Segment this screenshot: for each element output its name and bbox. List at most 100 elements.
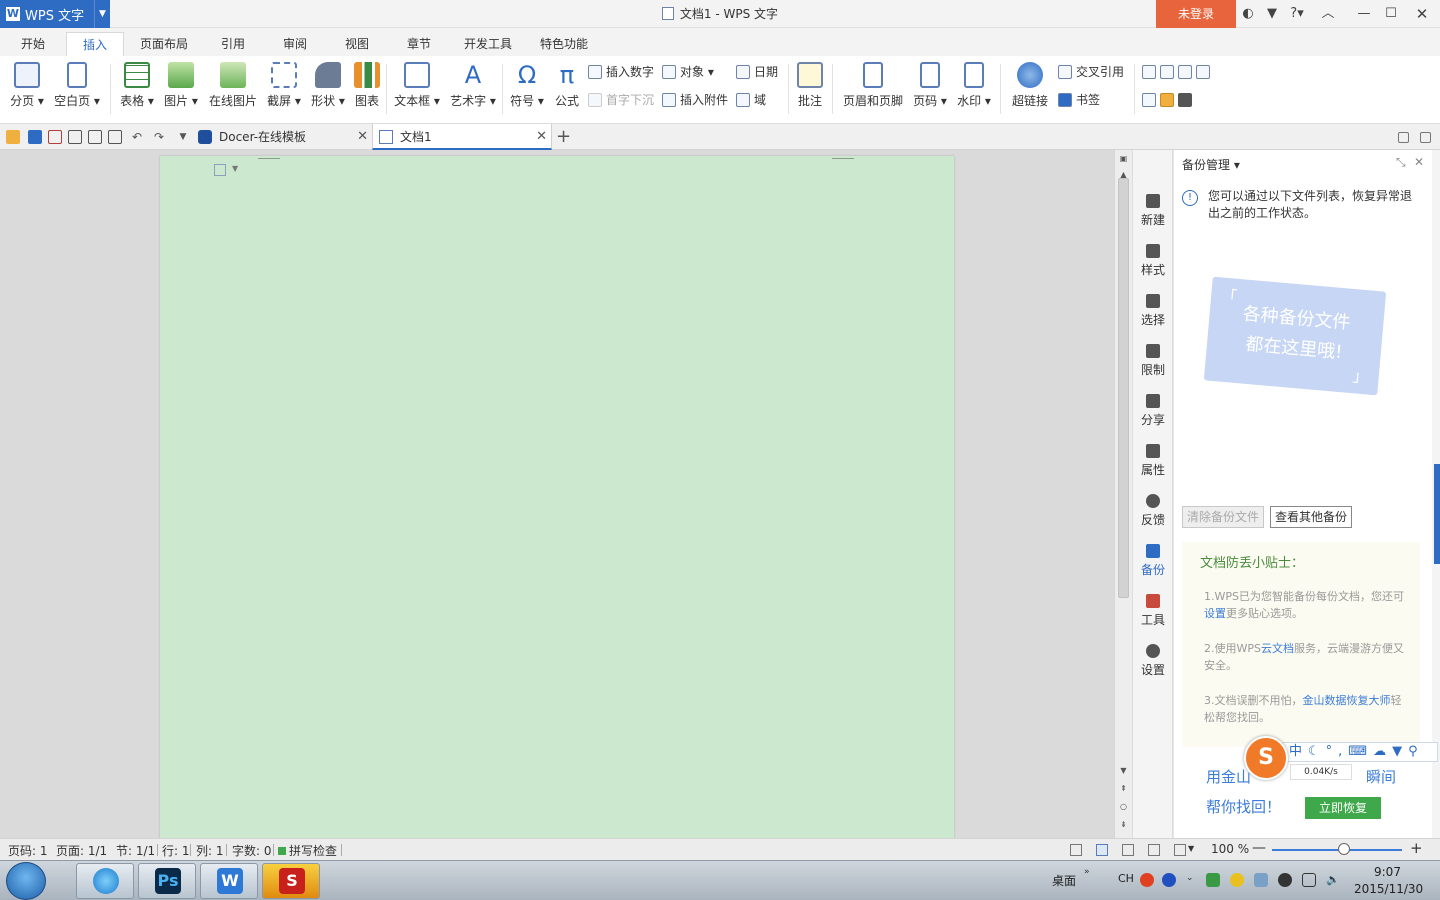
ime-mode[interactable]: 中 xyxy=(1289,744,1308,759)
online-picture-button[interactable]: 在线图片 xyxy=(206,60,260,116)
tab-view[interactable]: 视图 xyxy=(334,32,380,56)
side-style-button[interactable]: 样式 xyxy=(1133,236,1173,282)
volume-icon[interactable]: 🔈 xyxy=(1326,873,1340,887)
side-backup-button[interactable]: 备份 xyxy=(1133,536,1173,582)
export-pdf-icon[interactable] xyxy=(48,130,62,144)
insert-attachment-button[interactable]: 插入附件 xyxy=(662,90,728,110)
tab-page-layout[interactable]: 页面布局 xyxy=(134,32,194,56)
network-tray-icon[interactable] xyxy=(1254,873,1268,887)
window-mode-icon[interactable] xyxy=(1398,132,1409,143)
web-view-icon[interactable] xyxy=(1148,844,1160,856)
close-tab-icon[interactable]: ✕ xyxy=(357,124,368,150)
tray-app-icon[interactable] xyxy=(1230,873,1244,887)
help-button[interactable]: ?▾ xyxy=(1286,0,1308,28)
clear-backup-button[interactable]: 清除备份文件 xyxy=(1182,506,1265,528)
drop-cap-button[interactable]: 首字下沉 xyxy=(588,90,654,110)
open-icon[interactable] xyxy=(6,130,20,144)
text-form-icon[interactable] xyxy=(1142,65,1156,79)
zoom-slider[interactable] xyxy=(1272,849,1402,851)
blank-page-button[interactable]: 空白页 ▾ xyxy=(52,60,102,116)
shirt-icon[interactable]: ▼ xyxy=(1264,0,1280,28)
maximize-button[interactable]: ☐ xyxy=(1380,0,1402,28)
undo-icon[interactable]: ↶ xyxy=(130,130,144,144)
zoom-level[interactable]: 100 % xyxy=(1211,842,1249,856)
textbox-button[interactable]: 文本框 ▾ xyxy=(392,60,442,116)
object-button[interactable]: 对象 ▾ xyxy=(662,62,714,82)
next-page-icon[interactable]: ⇟ xyxy=(1115,820,1132,829)
skin-icon[interactable]: ◐ xyxy=(1240,0,1256,28)
shapes-button[interactable]: 形状 ▾ xyxy=(308,60,348,116)
panel-collapse-handle[interactable] xyxy=(1434,464,1440,564)
status-word-count[interactable]: 字数: 0 xyxy=(232,842,272,859)
redo-icon[interactable]: ↷ xyxy=(152,130,166,144)
start-button[interactable] xyxy=(6,862,46,900)
table-button[interactable]: 表格 ▾ xyxy=(118,60,156,116)
save-icon[interactable] xyxy=(28,130,42,144)
help-tray-icon[interactable] xyxy=(1162,873,1176,887)
cloud-docs-link[interactable]: 云文档 xyxy=(1261,642,1294,655)
taskbar-app-wps[interactable]: W xyxy=(200,863,258,899)
tab-review[interactable]: 审阅 xyxy=(272,32,318,56)
reading-view-icon[interactable] xyxy=(1174,844,1186,856)
symbol-button[interactable]: Ω 符号 ▾ xyxy=(508,60,546,116)
tab-home[interactable]: 开始 xyxy=(10,32,56,56)
side-settings-button[interactable]: 设置 xyxy=(1133,636,1173,682)
panel-dock-icon[interactable]: ⤡ xyxy=(1396,155,1406,170)
clock-time[interactable]: 9:07 xyxy=(1374,865,1401,879)
restore-now-button[interactable]: 立即恢复 xyxy=(1305,797,1381,819)
zoom-in-button[interactable]: + xyxy=(1410,839,1423,857)
select-browse-object-icon[interactable]: ○ xyxy=(1115,802,1132,811)
tab-document1[interactable]: 文档1 ✕ xyxy=(372,124,552,150)
find-icon[interactable] xyxy=(108,130,122,144)
comment-button[interactable]: 批注 xyxy=(794,60,826,116)
dropdown-form-icon[interactable] xyxy=(1178,65,1192,79)
side-share-button[interactable]: 分享 xyxy=(1133,386,1173,432)
view-dropdown-icon[interactable]: ▼ xyxy=(1188,844,1194,853)
print-icon[interactable] xyxy=(68,130,82,144)
spell-check-toggle[interactable]: 拼写检查 xyxy=(278,842,337,859)
tab-references[interactable]: 引用 xyxy=(210,32,256,56)
input-language[interactable]: CH xyxy=(1118,872,1134,885)
paragraph-layout-icon[interactable] xyxy=(214,164,226,176)
tray-menu-icon[interactable]: ⌄ xyxy=(1186,873,1200,887)
tab-docer-templates[interactable]: Docer-在线模板 ✕ xyxy=(196,124,372,150)
chart-button[interactable]: 图表 xyxy=(352,60,382,116)
settings-link[interactable]: 设置 xyxy=(1204,607,1226,620)
zoom-out-button[interactable]: — xyxy=(1252,840,1266,856)
date-button[interactable]: 日期 xyxy=(736,62,778,82)
form-tools-group[interactable] xyxy=(1142,90,1196,110)
panel-close-icon[interactable]: ✕ xyxy=(1414,155,1424,169)
wordart-button[interactable]: A 艺术字 ▾ xyxy=(448,60,498,116)
form-controls-group[interactable] xyxy=(1142,62,1214,82)
app-menu-dropdown-icon[interactable]: ▼ xyxy=(94,0,110,28)
sogou-ime-icon[interactable]: S xyxy=(1244,736,1288,780)
fullscreen-icon[interactable] xyxy=(1070,844,1082,856)
close-tab-icon[interactable]: ✕ xyxy=(536,124,547,150)
toolbar-expand-icon[interactable]: » xyxy=(1084,867,1098,881)
header-footer-button[interactable]: 页眉和页脚 xyxy=(840,60,906,116)
bookmark-button[interactable]: 书签 xyxy=(1058,90,1100,110)
clock-date[interactable]: 2015/11/30 xyxy=(1354,882,1423,896)
lock-icon[interactable] xyxy=(1178,93,1192,107)
document-page[interactable]: ▼ xyxy=(160,156,954,846)
form-properties-icon[interactable] xyxy=(1196,65,1210,79)
previous-page-icon[interactable]: ⇞ xyxy=(1115,784,1132,793)
minimize-button[interactable]: — xyxy=(1352,0,1376,28)
taskbar-app-sogou[interactable]: S xyxy=(262,863,320,899)
side-tools-button[interactable]: 工具 xyxy=(1133,586,1173,632)
panel-title-dropdown[interactable]: 备份管理 ▾ xyxy=(1182,156,1240,173)
data-recovery-link[interactable]: 金山数据恢复大师 xyxy=(1303,694,1391,707)
ime-toolbar[interactable]: 中☾°,⌨☁▼⚲ 0.04K/s S xyxy=(1244,736,1440,784)
tab-section[interactable]: 章节 xyxy=(396,32,442,56)
tab-developer[interactable]: 开发工具 xyxy=(458,32,518,56)
screenshot-button[interactable]: 截屏 ▾ xyxy=(264,60,304,116)
watermark-button[interactable]: 水印 ▾ xyxy=(954,60,994,116)
app-menu-button[interactable]: W WPS 文字 ▼ xyxy=(0,0,110,28)
outline-view-icon[interactable] xyxy=(1122,844,1134,856)
sogou-tray-icon[interactable] xyxy=(1140,873,1154,887)
page-break-button[interactable]: 分页 ▾ xyxy=(6,60,48,116)
tab-special[interactable]: 特色功能 xyxy=(534,32,594,56)
field-button[interactable]: 域 xyxy=(736,90,766,110)
page-view-icon[interactable] xyxy=(1096,844,1108,856)
security-shield-icon[interactable] xyxy=(1206,873,1220,887)
